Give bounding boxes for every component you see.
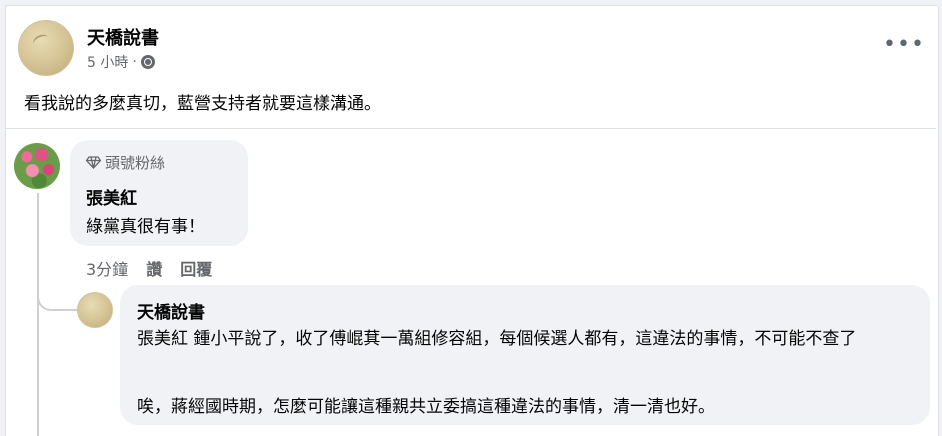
reply-author-avatar[interactable] bbox=[77, 292, 113, 328]
post-author-name[interactable]: 天橋說書 bbox=[87, 24, 159, 50]
like-button[interactable]: 讚 bbox=[146, 256, 162, 280]
diamond-icon bbox=[86, 156, 101, 169]
reply-button[interactable]: 回覆 bbox=[180, 256, 212, 280]
comment-author-avatar[interactable] bbox=[14, 143, 60, 189]
reply-author-name[interactable]: 天橋說書 bbox=[137, 298, 205, 323]
comment-text: 綠黨真很有事！ bbox=[86, 217, 205, 237]
post-text: 看我說的多麼真切，藍營支持者就要這樣溝通。 bbox=[24, 94, 381, 114]
top-fan-badge: 頭號粉絲 bbox=[86, 152, 165, 173]
more-dots-icon[interactable]: ••• bbox=[883, 32, 925, 57]
post-divider bbox=[6, 128, 936, 129]
globe-icon[interactable] bbox=[140, 55, 155, 69]
comment-author-name[interactable]: 張美紅 bbox=[86, 184, 137, 209]
meta-separator: · bbox=[132, 54, 137, 70]
comment-actions: 3分鐘 讚 回覆 bbox=[86, 256, 212, 280]
post-author-avatar[interactable] bbox=[18, 20, 74, 76]
comment-time[interactable]: 3分鐘 bbox=[86, 256, 128, 280]
reply-text-paragraph-1: 張美紅 鍾小平說了，收了傅崐萁一萬組修容組，每個候選人都有，這違法的事情，不可能… bbox=[137, 329, 857, 349]
reply-text-paragraph-2: 唉，蔣經國時期，怎麼可能讓這種親共立委搞這種違法的事情，清一清也好。 bbox=[137, 397, 715, 417]
thread-line bbox=[37, 193, 39, 436]
reply-connector bbox=[37, 283, 79, 311]
post-meta: 5 小時 · bbox=[87, 52, 155, 72]
post-time[interactable]: 5 小時 bbox=[87, 52, 128, 72]
badge-label: 頭號粉絲 bbox=[105, 154, 166, 172]
